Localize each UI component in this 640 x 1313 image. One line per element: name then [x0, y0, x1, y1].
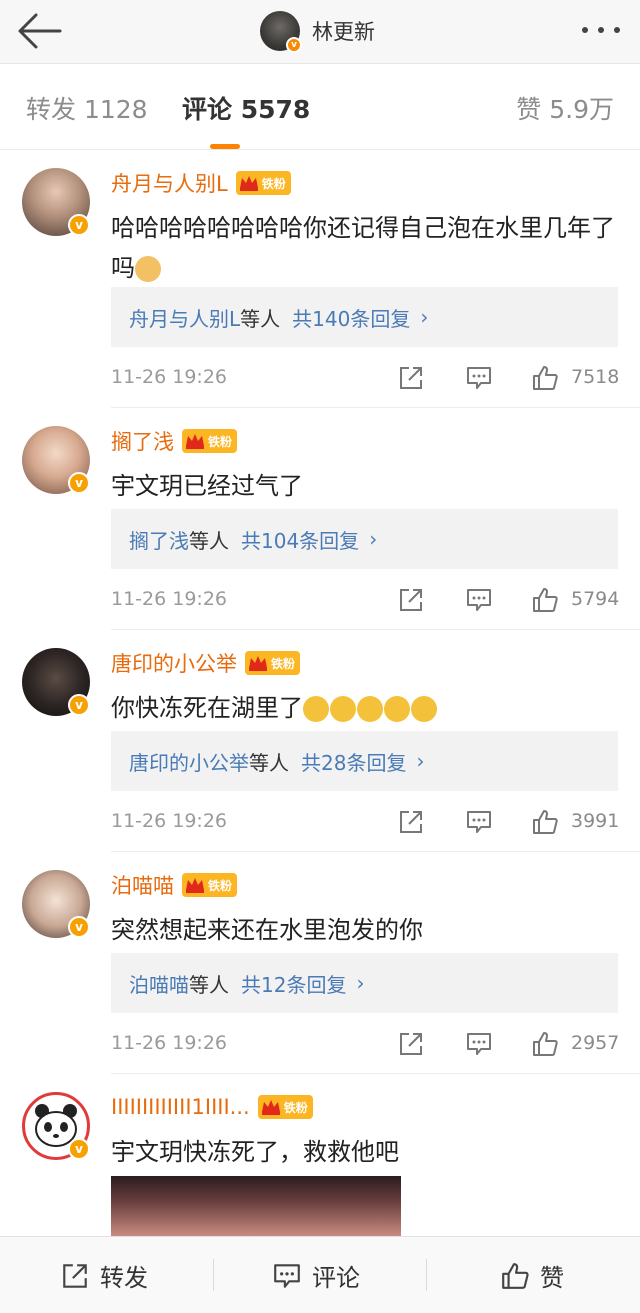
avatar[interactable]: v — [22, 168, 90, 236]
like-icon[interactable] — [531, 808, 559, 836]
comment-item: v 泊喵喵 铁粉 突然想起来还在水里泡发的你 泊喵喵 等人 共12条回复 › 11-2… — [0, 852, 640, 1074]
angry-emoji-icon — [411, 696, 437, 722]
angry-emoji-icon — [303, 696, 329, 722]
more-dots-icon — [582, 27, 620, 33]
avatar[interactable]: v — [22, 870, 90, 938]
divider — [426, 1259, 427, 1291]
comment-time: 11-26 19:26 — [111, 810, 228, 832]
share-icon[interactable] — [397, 586, 425, 614]
share-icon[interactable] — [397, 1030, 425, 1058]
comment-text: 突然想起来还在水里泡发的你 — [111, 916, 423, 944]
tab-likes[interactable]: 赞 5.9万 — [516, 90, 614, 126]
fan-badge: 铁粉 — [235, 171, 291, 195]
crown-icon — [249, 656, 267, 671]
comment-icon[interactable] — [465, 808, 493, 836]
more-button[interactable] — [578, 20, 624, 40]
comment-image[interactable] — [111, 1176, 401, 1236]
username[interactable]: 泊喵喵 — [111, 870, 174, 900]
angry-emoji-icon — [384, 696, 410, 722]
comment-meta: 11-26 19:26 2957 — [111, 1024, 623, 1064]
avatar[interactable]: v — [22, 426, 90, 494]
like-icon — [502, 1262, 529, 1289]
comment-item: v 搁了浅 铁粉 宇文玥已经过气了 搁了浅 等人 共104条回复 › 11-26 19… — [0, 408, 640, 630]
fan-badge: 铁粉 — [182, 429, 238, 453]
replies-summary[interactable]: 泊喵喵 等人 共12条回复 › — [111, 953, 618, 1013]
comment-text: 你快冻死在湖里了 — [111, 688, 623, 728]
profile-name: 林更新 — [312, 20, 375, 44]
like-icon[interactable] — [531, 364, 559, 392]
share-icon[interactable] — [397, 808, 425, 836]
angry-emoji-icon — [330, 696, 356, 722]
doge-emoji-icon — [135, 256, 161, 282]
like-count: 3991 — [571, 810, 620, 832]
avatar[interactable]: v — [22, 648, 90, 716]
comment-meta: 11-26 19:26 7518 — [111, 358, 623, 398]
verified-icon: v — [68, 214, 90, 236]
bottom-action-bar: 转发 评论 赞 — [0, 1236, 640, 1313]
verified-icon: v — [68, 1138, 90, 1160]
comment-icon — [274, 1263, 300, 1288]
like-count: 5794 — [571, 588, 620, 610]
like-button[interactable]: 赞 — [500, 1237, 564, 1313]
forward-button[interactable]: 转发 — [60, 1237, 148, 1313]
username[interactable]: 唐印的小公举 — [111, 648, 237, 678]
share-icon — [63, 1263, 87, 1288]
like-count: 7518 — [571, 366, 620, 388]
angry-emoji-icon — [357, 696, 383, 722]
fan-badge: 铁粉 — [245, 651, 301, 675]
replies-summary[interactable]: 舟月与人别L 等人 共140条回复 › — [111, 287, 618, 347]
chevron-right-icon: › — [356, 971, 365, 995]
comment-meta: 11-26 19:26 5794 — [111, 580, 623, 620]
comment-text: 宇文玥快冻死了，救救他吧 — [111, 1138, 399, 1166]
like-icon[interactable] — [531, 1030, 559, 1058]
profile-header[interactable]: v 林更新 — [260, 8, 375, 54]
crown-icon — [186, 434, 204, 449]
tab-bar: 转发 1128 评论 5578 赞 5.9万 — [0, 64, 640, 150]
chevron-right-icon: › — [416, 749, 425, 773]
crown-icon — [186, 878, 204, 893]
comment-meta: 11-26 19:26 3991 — [111, 802, 623, 842]
username[interactable]: IIIIIIIIIIIII1IIII... — [111, 1095, 250, 1119]
comment-text: 哈哈哈哈哈哈哈哈你还记得自己泡在水里几年了吗 — [111, 214, 615, 282]
tab-comments[interactable]: 评论 5578 — [182, 90, 310, 126]
username[interactable]: 舟月与人别L — [111, 168, 228, 198]
tab-forward[interactable]: 转发 1128 — [26, 90, 148, 126]
replies-summary[interactable]: 搁了浅 等人 共104条回复 › — [111, 509, 618, 569]
fan-badge: 铁粉 — [182, 873, 238, 897]
crown-icon — [261, 1100, 280, 1115]
comment-text: 宇文玥已经过气了 — [111, 472, 303, 500]
comment-icon[interactable] — [465, 1030, 493, 1058]
comment-time: 11-26 19:26 — [111, 1032, 228, 1054]
comment-item: v 舟月与人别L 铁粉 哈哈哈哈哈哈哈哈你还记得自己泡在水里几年了吗 舟月与人别… — [0, 150, 640, 408]
comment-button[interactable]: 评论 — [272, 1237, 360, 1313]
verified-icon: v — [68, 472, 90, 494]
share-icon[interactable] — [397, 364, 425, 392]
verified-icon: v — [68, 694, 90, 716]
arrow-left-icon — [18, 13, 62, 49]
avatar[interactable]: v — [22, 1092, 90, 1160]
comment-time: 11-26 19:26 — [111, 366, 228, 388]
verified-icon: v — [68, 916, 90, 938]
chevron-right-icon: › — [369, 527, 378, 551]
comment-item: v 唐印的小公举 铁粉 你快冻死在湖里了 唐印的小公举 等人 共28条回复 › 11-… — [0, 630, 640, 852]
like-icon[interactable] — [531, 586, 559, 614]
comment-icon[interactable] — [465, 364, 493, 392]
divider — [213, 1259, 214, 1291]
username[interactable]: 搁了浅 — [111, 426, 174, 456]
crown-icon — [239, 176, 258, 191]
comment-icon[interactable] — [465, 586, 493, 614]
verified-icon: v — [286, 37, 302, 53]
like-count: 2957 — [571, 1032, 620, 1054]
chevron-right-icon: › — [420, 305, 429, 329]
replies-summary[interactable]: 唐印的小公举 等人 共28条回复 › — [111, 731, 618, 791]
top-bar: v 林更新 — [0, 0, 640, 64]
back-button[interactable] — [14, 8, 64, 54]
active-tab-indicator — [210, 144, 240, 149]
fan-badge: 铁粉 — [257, 1095, 313, 1119]
comment-time: 11-26 19:26 — [111, 588, 228, 610]
profile-avatar[interactable]: v — [260, 11, 302, 53]
